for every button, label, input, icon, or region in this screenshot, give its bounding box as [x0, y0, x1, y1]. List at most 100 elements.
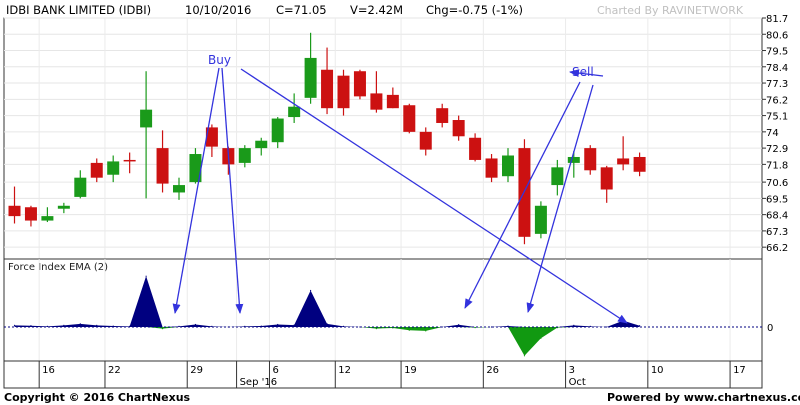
- force-index-point: [326, 323, 328, 325]
- x-tick-label: 12: [338, 365, 351, 376]
- price-tick-label: 78.4: [766, 63, 788, 74]
- candle-body: [452, 120, 465, 137]
- x-tick-label: Sep '16: [240, 377, 278, 388]
- force-index-point: [310, 289, 312, 292]
- candle-body: [24, 207, 37, 221]
- buy-label: Buy: [208, 53, 231, 67]
- candle-body: [107, 161, 120, 175]
- candle-down: [353, 69, 366, 100]
- candle-body: [353, 71, 366, 97]
- candle-body: [156, 148, 169, 184]
- force-index-point: [392, 327, 394, 329]
- x-tick-label: 26: [486, 365, 499, 376]
- price-tick-label: 76.2: [766, 95, 788, 106]
- force-index-point: [425, 330, 427, 332]
- price-tick-label: 68.4: [766, 211, 788, 222]
- force-index-point: [342, 325, 345, 327]
- candle-body: [288, 106, 301, 118]
- x-tick-label: 17: [733, 365, 746, 376]
- candle-body: [617, 158, 630, 165]
- force-index-point: [260, 325, 262, 327]
- force-index-point: [606, 326, 608, 328]
- candle-body: [304, 57, 317, 98]
- price-tick-label: 74: [766, 128, 779, 139]
- symbol-title: IDBI BANK LIMITED (IDBI): [6, 3, 151, 17]
- x-tick-label: 29: [190, 365, 203, 376]
- candle-body: [567, 156, 580, 163]
- force-index-point: [490, 326, 493, 328]
- force-index-point: [507, 325, 509, 327]
- candle-body: [74, 177, 87, 197]
- price-tick-label: 70.6: [766, 178, 788, 189]
- x-tick-label: 6: [272, 365, 278, 376]
- candle-down: [584, 145, 597, 175]
- x-tick-label: Oct: [569, 377, 586, 388]
- x-tick-label: 19: [404, 365, 417, 376]
- candle-body: [238, 148, 251, 163]
- candle-body: [485, 158, 498, 178]
- candle-body: [41, 216, 54, 221]
- candle-body: [90, 162, 103, 178]
- candle-body: [469, 137, 482, 160]
- force-index-point: [375, 328, 377, 330]
- candle-body: [436, 108, 449, 123]
- force-index-point: [573, 324, 575, 327]
- force-index-point: [13, 324, 16, 327]
- volume-value: V=2.42M: [350, 3, 403, 17]
- candle-body: [8, 205, 21, 217]
- candle-up: [534, 201, 547, 239]
- candle-body: [633, 156, 646, 172]
- x-tick-label: 3: [569, 365, 575, 376]
- force-index-point: [30, 325, 32, 327]
- price-tick-label: 77.3: [766, 79, 788, 90]
- copyright-text: Copyright © 2016 ChartNexus: [4, 391, 191, 404]
- force-index-point: [79, 323, 81, 325]
- force-index-point: [96, 324, 98, 327]
- candle-body: [140, 109, 153, 128]
- change-value: Chg=-0.75 (-1%): [426, 3, 523, 17]
- stock-chart: IDBI BANK LIMITED (IDBI) 10/10/2016 C=71…: [3, 3, 800, 404]
- force-index-point: [194, 323, 197, 326]
- candle-body: [255, 140, 268, 149]
- x-tick-label: 16: [42, 365, 55, 376]
- candle-body: [370, 93, 383, 110]
- candle-body: [337, 75, 350, 109]
- charted-by-label: Charted By RAVINETWORK: [597, 4, 744, 17]
- candle-body: [600, 167, 613, 190]
- price-tick-label: 67.3: [766, 227, 788, 238]
- candle-body: [271, 118, 284, 143]
- candle-body: [584, 148, 597, 171]
- powered-by-text: Powered by www.chartnexus.com: [607, 391, 800, 404]
- price-tick-label: 75.1: [766, 112, 788, 123]
- candle-body: [419, 131, 432, 150]
- force-index-point: [112, 325, 114, 327]
- price-tick-label: 66.2: [766, 243, 788, 254]
- candle-body: [173, 185, 185, 193]
- force-index-point: [474, 327, 476, 329]
- price-tick-label: 72.9: [766, 144, 788, 155]
- force-index-point: [178, 325, 180, 327]
- price-tick-label: 80.6: [766, 30, 788, 41]
- x-tick-label: 22: [108, 365, 121, 376]
- force-index-point: [540, 337, 542, 339]
- candle-body: [386, 94, 399, 109]
- force-index-point: [408, 329, 410, 331]
- quote-date: 10/10/2016: [185, 3, 251, 17]
- candle-body: [123, 159, 136, 162]
- candle-body: [321, 69, 334, 109]
- force-index-point: [639, 325, 641, 327]
- force-index-point: [145, 275, 147, 277]
- close-price: C=71.05: [276, 3, 327, 17]
- price-tick-label: 69.5: [766, 194, 788, 205]
- force-index-point: [458, 324, 460, 326]
- force-index-point: [161, 328, 164, 330]
- force-index-point: [46, 325, 49, 327]
- price-tick-label: 71.8: [766, 160, 788, 171]
- force-index-point: [277, 323, 279, 326]
- force-index-point: [523, 355, 526, 357]
- candle-body: [403, 105, 416, 132]
- force-index-label: Force Index EMA (2): [8, 262, 108, 273]
- x-tick-label: 10: [651, 365, 664, 376]
- price-y-axis: 81.7 80.6 79.5 78.4 77.3 76.2 75.1 74 72.9 71.8 70…: [762, 14, 788, 254]
- force-index-point: [293, 324, 295, 326]
